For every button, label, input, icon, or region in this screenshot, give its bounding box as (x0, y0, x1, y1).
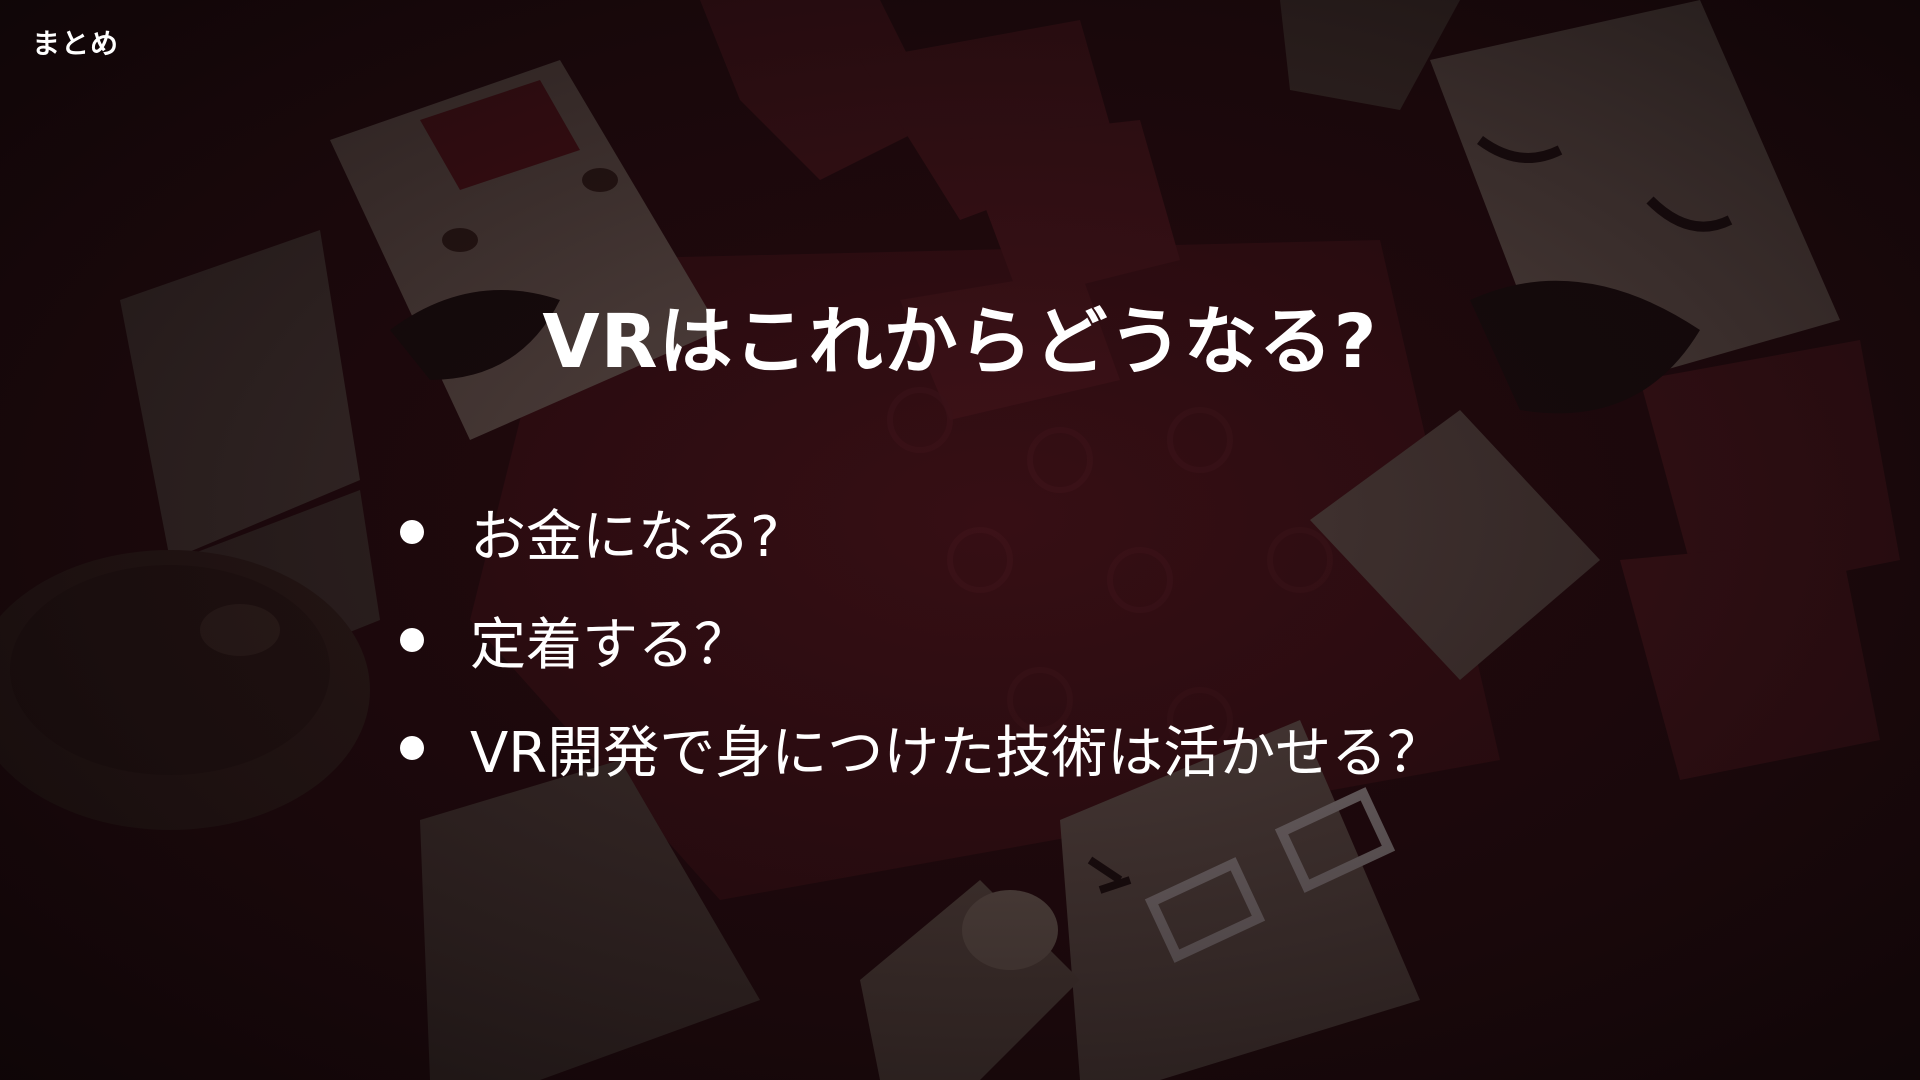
slide-title: VRはこれからどうなる? (542, 299, 1378, 385)
bullet-dot-icon (400, 736, 424, 760)
bullet-item: お金になる? (400, 478, 1443, 586)
bullet-item: VR開発で身につけた技術は活かせる？ (400, 694, 1443, 802)
bullet-item: 定着する？ (400, 586, 1443, 694)
bullet-dot-icon (400, 628, 424, 652)
bullet-list: お金になる? 定着する？ VR開発で身につけた技術は活かせる？ (400, 478, 1443, 802)
bullet-text: VR開発で身につけた技術は活かせる？ (470, 720, 1444, 786)
bullet-text: 定着する？ (470, 612, 750, 678)
slide: まとめ VRはこれからどうなる? お金になる? 定着する？ VR開発で身につけた… (0, 0, 1920, 1080)
bullet-dot-icon (400, 520, 424, 544)
section-label: まとめ (32, 27, 120, 60)
bullet-text: お金になる? (470, 504, 780, 570)
